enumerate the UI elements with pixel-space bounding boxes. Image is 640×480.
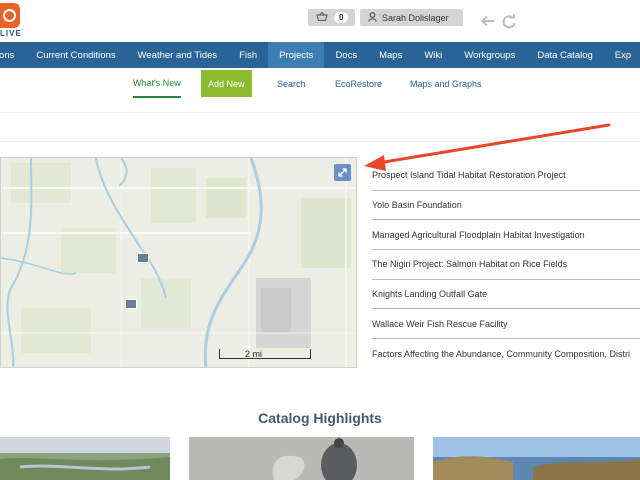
nav-item-fish[interactable]: Fish	[228, 42, 268, 68]
list-item[interactable]: Knights Landing Outfall Gate	[372, 280, 640, 310]
map-scale-bar	[219, 349, 311, 359]
add-new-button[interactable]: Add New	[201, 70, 252, 97]
map-terrain	[1, 158, 356, 367]
user-menu-button[interactable]: Sarah Dolislager	[360, 9, 463, 26]
tab-whats-new[interactable]: What's New	[133, 70, 181, 98]
divider	[0, 112, 640, 113]
nav-item-weather-and-tides[interactable]: Weather and Tides	[127, 42, 229, 68]
divider	[0, 141, 640, 142]
logo-mark-icon	[0, 3, 20, 28]
nav-item-locations[interactable]: ations	[0, 42, 25, 68]
page: LIVE 0 Sarah Dolislager ations Current C…	[0, 0, 640, 480]
project-marker[interactable]	[125, 299, 137, 309]
tab-search[interactable]: Search	[277, 70, 306, 97]
user-icon	[368, 11, 377, 24]
list-item[interactable]: Wallace Weir Fish Rescue Facility	[372, 309, 640, 340]
tab-ecorestore[interactable]: EcoRestore	[335, 70, 382, 97]
catalog-image-bird[interactable]	[189, 437, 414, 480]
nav-item-workgroups[interactable]: Workgroups	[453, 42, 526, 68]
nav-item-explore[interactable]: Exp	[604, 42, 640, 68]
catalog-title: Catalog Highlights	[258, 410, 382, 426]
list-item[interactable]: Managed Agricultural Floodplain Habitat …	[372, 220, 640, 251]
undo-arrow-icon[interactable]	[480, 14, 496, 31]
projects-map[interactable]	[0, 157, 357, 368]
cart-count-badge: 0	[334, 12, 349, 23]
project-list: Prospect Island Tidal Habitat Restoratio…	[372, 161, 640, 369]
logo-text: LIVE	[0, 29, 22, 38]
sub-nav: What's New Add New Search EcoRestore Map…	[0, 70, 640, 98]
nav-item-data-catalog[interactable]: Data Catalog	[526, 42, 603, 68]
nav-item-wiki[interactable]: Wiki	[413, 42, 453, 68]
tab-maps-and-graphs[interactable]: Maps and Graphs	[410, 70, 482, 97]
cart-button[interactable]: 0	[308, 9, 355, 26]
redo-arrow-icon[interactable]	[501, 13, 518, 32]
project-marker[interactable]	[137, 253, 149, 263]
user-name: Sarah Dolislager	[382, 12, 449, 23]
nav-item-docs[interactable]: Docs	[324, 42, 368, 68]
nav-item-maps[interactable]: Maps	[368, 42, 413, 68]
basket-icon	[316, 11, 328, 24]
list-item[interactable]: Yolo Basin Foundation	[372, 191, 640, 221]
map-scale-label: 2 mi	[245, 349, 263, 359]
site-logo[interactable]: LIVE	[0, 0, 30, 40]
nav-item-projects[interactable]: Projects	[268, 42, 325, 68]
nav-item-current-conditions[interactable]: Current Conditions	[25, 42, 126, 68]
catalog-image-wetland[interactable]	[433, 437, 640, 480]
main-nav: ations Current Conditions Weather and Ti…	[0, 42, 640, 68]
list-item[interactable]: Prospect Island Tidal Habitat Restoratio…	[372, 161, 640, 191]
catalog-image-marsh[interactable]	[0, 437, 170, 480]
list-item[interactable]: Factors Affecting the Abundance, Communi…	[372, 339, 640, 369]
expand-icon[interactable]	[334, 164, 351, 181]
list-item[interactable]: The Nigiri Project: Salmon Habitat on Ri…	[372, 250, 640, 280]
